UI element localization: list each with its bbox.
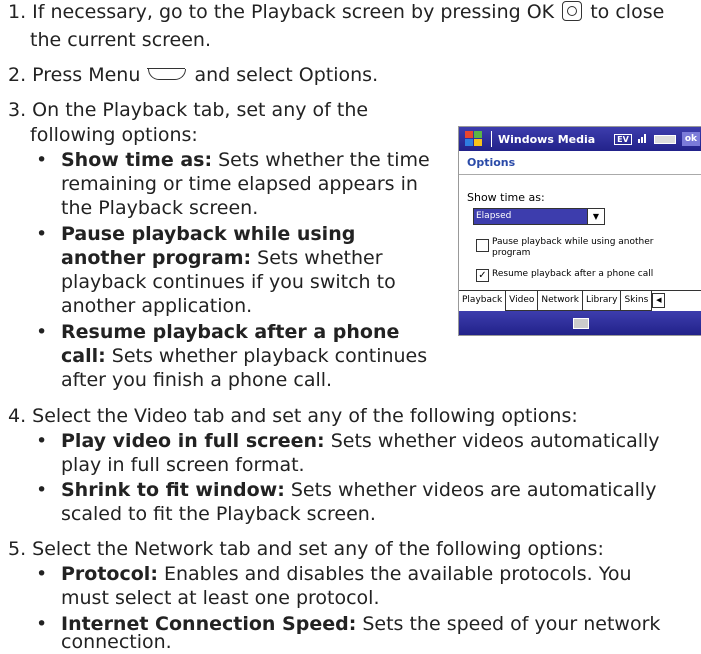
step-3-line-1: 3. On the Playback tab, set any of the <box>8 99 369 121</box>
title-separator <box>491 131 492 147</box>
step-4-line-1: 4. Select the Video tab and set any of t… <box>8 405 578 427</box>
step-3-opt-3-line-3: after you finish a phone call. <box>61 369 333 391</box>
step-5-line-1: 5. Select the Network tab and set any of… <box>8 538 604 560</box>
show-time-label: Show time as: <box>467 191 545 204</box>
step-3-opt-1-line-1: Show time as: Sets whether the time <box>61 148 430 172</box>
option-title: another program: <box>61 247 252 269</box>
battery-icon <box>653 134 676 144</box>
pause-playback-checkbox[interactable] <box>476 239 489 252</box>
step-2-text: 2. Press Menu <box>8 64 141 86</box>
option-desc: Sets the speed of your network <box>362 613 661 635</box>
step-3-opt-2-line-4: another application. <box>61 295 253 317</box>
resume-playback-checkbox[interactable]: ✓ <box>476 269 489 282</box>
tab-library[interactable]: Library <box>582 291 622 311</box>
ev-badge: EV <box>614 133 632 145</box>
step-3-opt-2-line-2: another program: Sets whether <box>61 246 383 270</box>
step-5-opt-1-line-2: must select at least one protocol. <box>61 587 380 609</box>
step-5-opt-2-line-2: connection. <box>61 631 172 653</box>
step-3-opt-2-title-1: Pause playback while using <box>61 223 356 245</box>
step-5-opt-1-line-1: Protocol: Enables and disables the avail… <box>61 562 632 586</box>
pause-playback-label: Pause playback while using another progr… <box>492 237 654 258</box>
step-1-line-2: the current screen. <box>30 29 212 51</box>
step-4-opt-2-line-1: Shrink to fit window: Sets whether video… <box>61 478 656 502</box>
keyboard-icon[interactable] <box>572 317 589 329</box>
show-time-dropdown[interactable]: Elapsed ▼ <box>473 208 605 225</box>
option-title: Play video in full screen: <box>61 430 325 452</box>
step-3-opt-3-title-1: Resume playback after a phone <box>61 321 400 343</box>
option-desc: Sets whether videos are automatically <box>290 479 657 501</box>
step-1-line-1: 1. If necessary, go to the Playback scre… <box>8 0 664 24</box>
signal-icon <box>637 133 648 146</box>
phone-bottom-bar <box>459 311 701 335</box>
step-1-text: 1. If necessary, go to the Playback scre… <box>8 1 555 23</box>
option-title: call: <box>61 345 106 367</box>
step-3-opt-2-line-3: playback continues if you switch to <box>61 271 396 293</box>
bullet: • <box>36 563 48 585</box>
windows-flag-icon[interactable] <box>463 130 485 148</box>
option-desc: Sets whether videos automatically <box>330 430 660 452</box>
step-1-text-cont: to close <box>590 1 665 23</box>
phone-title-bar: Windows Media EV ok <box>459 127 701 151</box>
step-4-opt-1-line-2: play in full screen format. <box>61 454 305 476</box>
tab-bar: Playback Video Network Library Skins ◀ <box>459 290 701 311</box>
ok-button[interactable]: ok <box>681 132 700 146</box>
option-desc: Sets whether <box>257 247 383 269</box>
bullet: • <box>36 223 48 245</box>
bullet: • <box>36 430 48 452</box>
tab-scroll-left-icon[interactable]: ◀ <box>652 293 666 308</box>
tab-video[interactable]: Video <box>506 291 539 311</box>
step-2-text-cont: and select Options. <box>194 64 379 86</box>
option-title: Shrink to fit window: <box>61 479 285 501</box>
ok-button-icon <box>562 1 583 21</box>
tab-skins[interactable]: Skins <box>621 291 653 311</box>
step-2-line: 2. Press Menu and select Options. <box>8 63 378 87</box>
bullet: • <box>36 149 48 171</box>
app-title: Windows Media <box>498 132 596 146</box>
bullet: • <box>36 613 48 635</box>
step-4-opt-1-line-1: Play video in full screen: Sets whether … <box>61 429 660 453</box>
step-3-opt-1-line-2: remaining or time elapsed appears in <box>61 173 418 195</box>
step-3-opt-3-line-2: call: Sets whether playback continues <box>61 344 427 368</box>
dropdown-value: Elapsed <box>474 209 587 224</box>
option-title: Show time as: <box>61 149 213 171</box>
chevron-down-icon[interactable]: ▼ <box>587 209 604 224</box>
option-title: Protocol: <box>61 563 158 585</box>
step-4-opt-2-line-2: scaled to fit the Playback screen. <box>61 503 376 525</box>
option-desc: Sets whether playback continues <box>111 345 428 367</box>
step-3-line-2: following options: <box>30 124 198 146</box>
tab-playback[interactable]: Playback <box>459 291 507 311</box>
option-desc: Sets whether the time <box>218 149 430 171</box>
menu-key-icon <box>147 68 187 80</box>
step-3-opt-1-line-3: the Playback screen. <box>61 197 259 219</box>
options-header: Options <box>459 151 701 175</box>
tab-network[interactable]: Network <box>538 291 583 311</box>
resume-playback-label: Resume playback after a phone call <box>492 269 654 279</box>
phone-screenshot: Windows Media EV ok Options Show time as… <box>458 126 701 336</box>
bullet: • <box>36 321 48 343</box>
bullet: • <box>36 479 48 501</box>
option-desc: Enables and disables the available proto… <box>163 563 632 585</box>
status-area: EV ok <box>614 132 700 146</box>
